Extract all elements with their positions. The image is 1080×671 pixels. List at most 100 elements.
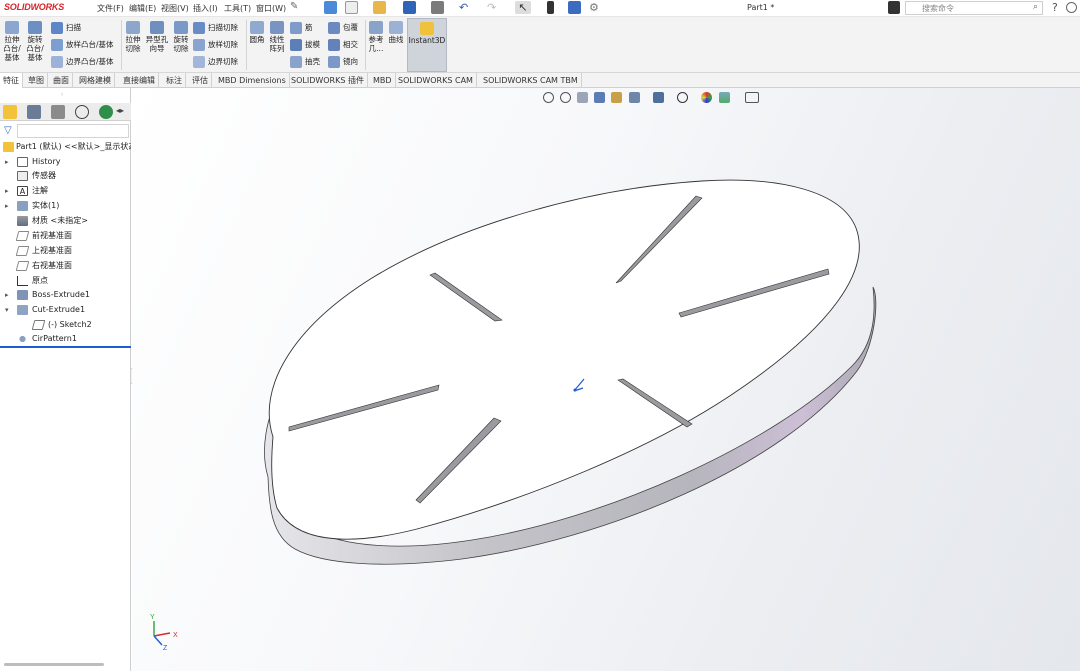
feature-manager-tab-icon[interactable] <box>3 105 17 119</box>
dimxpert-tab-icon[interactable] <box>75 105 89 119</box>
expand-arrow-icon[interactable]: ▸ <box>5 199 9 213</box>
save-icon[interactable] <box>403 1 416 14</box>
tree-item-origin[interactable]: 原点 <box>0 274 131 288</box>
rib-button[interactable]: 筋 <box>290 21 313 35</box>
shell-button[interactable]: 抽壳 <box>290 55 320 69</box>
instant3d-button[interactable]: Instant3D <box>407 18 447 72</box>
rollback-bar[interactable] <box>0 346 131 348</box>
menu-edit[interactable]: 编辑(E) <box>129 3 156 14</box>
panel-grip-icon[interactable]: ◦ <box>60 91 64 99</box>
redo-icon[interactable]: ↷ <box>487 1 500 14</box>
tab-mbd[interactable]: MBD <box>370 73 396 88</box>
horizontal-scrollbar[interactable] <box>4 663 104 666</box>
graphics-viewport[interactable]: X Y Z <box>132 88 1080 671</box>
tree-item-sketch2[interactable]: (-) Sketch2 <box>0 318 131 332</box>
open-folder-icon[interactable] <box>373 1 386 14</box>
tree-item-material[interactable]: 材质 <未指定> <box>0 214 131 228</box>
filter-icon[interactable]: ▽ <box>4 125 12 136</box>
menu-file[interactable]: 文件(F) <box>97 3 124 14</box>
menu-tools[interactable]: 工具(T) <box>224 3 251 14</box>
solidworks-logo[interactable]: SOLIDWORKS <box>4 2 64 12</box>
tree-item-solid-bodies[interactable]: ▸ 实体(1) <box>0 199 131 213</box>
traffic-light-icon[interactable] <box>547 1 554 14</box>
search-commands-input[interactable]: 搜索命令 ⌕ <box>905 1 1043 15</box>
tab-markup[interactable]: 标注 <box>163 73 186 88</box>
menu-insert[interactable]: 插入(I) <box>193 3 218 14</box>
tab-solidworks-addins[interactable]: SOLIDWORKS 插件 <box>288 73 368 88</box>
search-icon[interactable]: ⌕ <box>1033 2 1038 12</box>
options-gear-icon[interactable]: ⚙ <box>589 1 602 14</box>
edit-appearance-icon[interactable] <box>701 92 712 103</box>
extrude-boss-button[interactable]: 拉伸 凸台/ 基体 <box>2 21 22 62</box>
zoom-to-area-icon[interactable] <box>560 92 571 103</box>
user-account-icon[interactable] <box>1066 2 1077 13</box>
dynamic-annotation-icon[interactable] <box>611 92 622 103</box>
file-properties-icon[interactable] <box>568 1 581 14</box>
zoom-to-fit-icon[interactable] <box>543 92 554 103</box>
view-settings-icon[interactable] <box>745 92 759 103</box>
disc-top-face[interactable] <box>268 179 860 540</box>
property-manager-tab-icon[interactable] <box>27 105 41 119</box>
tab-surfaces[interactable]: 曲面 <box>50 73 73 88</box>
view-orientation-icon[interactable] <box>629 92 640 103</box>
select-cursor-icon[interactable]: ↖ <box>515 1 531 14</box>
print-icon[interactable] <box>431 1 444 14</box>
revolve-boss-button[interactable]: 旋转 凸台/ 基体 <box>25 21 45 62</box>
part-model-view[interactable]: X Y Z <box>132 88 1080 671</box>
tree-item-cirpattern1[interactable]: CirPattern1 <box>0 332 131 346</box>
help-icon[interactable]: ? <box>1052 1 1058 14</box>
fillet-button[interactable]: 圆角 <box>248 21 266 44</box>
tree-item-right-plane[interactable]: 右视基准面 <box>0 259 131 273</box>
lofted-cut-button[interactable]: 放样切除 <box>193 38 238 52</box>
section-view-icon[interactable] <box>594 92 605 103</box>
tree-item-top-plane[interactable]: 上视基准面 <box>0 244 131 258</box>
tab-mbd-dimensions[interactable]: MBD Dimensions <box>215 73 290 88</box>
previous-view-icon[interactable] <box>577 92 588 103</box>
tree-item-cut-extrude1[interactable]: ▾ Cut-Extrude1 <box>0 303 131 317</box>
reference-geometry-button[interactable]: 参考 几... <box>367 21 385 53</box>
expand-arrow-icon[interactable]: ▸ <box>5 288 9 302</box>
tab-scroll-arrows-icon[interactable]: ◂▸ <box>116 106 124 115</box>
tree-item-history[interactable]: ▸ History <box>0 155 131 169</box>
configuration-manager-tab-icon[interactable] <box>51 105 65 119</box>
draft-button[interactable]: 拔模 <box>290 38 320 52</box>
tab-solidworks-cam-tbm[interactable]: SOLIDWORKS CAM TBM <box>480 73 582 88</box>
sweep-button[interactable]: 扫描 <box>51 21 81 35</box>
hole-wizard-button[interactable]: 异型孔 向导 <box>144 21 170 53</box>
display-style-icon[interactable] <box>653 92 664 103</box>
wrap-button[interactable]: 包覆 <box>328 21 358 35</box>
swept-cut-button[interactable]: 扫描切除 <box>193 21 238 35</box>
tab-evaluate[interactable]: 评估 <box>189 73 212 88</box>
home-icon[interactable] <box>324 1 337 14</box>
linear-pattern-button[interactable]: 线性 阵列 <box>268 21 286 53</box>
tab-sketch[interactable]: 草图 <box>25 73 48 88</box>
extrude-cut-button[interactable]: 拉伸 切除 <box>123 21 143 53</box>
loft-boss-button[interactable]: 放样凸台/基体 <box>51 38 114 52</box>
apply-scene-icon[interactable] <box>719 92 730 103</box>
boundary-cut-button[interactable]: 边界切除 <box>193 55 238 69</box>
tab-direct-editing[interactable]: 直接编辑 <box>120 73 159 88</box>
filter-input[interactable] <box>17 124 129 138</box>
new-document-icon[interactable] <box>345 1 358 14</box>
expand-arrow-icon[interactable]: ▸ <box>5 155 9 169</box>
tree-root-part[interactable]: Part1 (默认) <<默认>_显示状态 <box>0 140 131 154</box>
display-manager-tab-icon[interactable] <box>99 105 113 119</box>
tree-item-annotations[interactable]: ▸ A 注解 <box>0 184 131 198</box>
undo-icon[interactable]: ↶ <box>459 1 472 14</box>
intersect-button[interactable]: 相交 <box>328 38 358 52</box>
expand-arrow-icon[interactable]: ▸ <box>5 184 9 198</box>
hide-show-items-icon[interactable] <box>677 92 688 103</box>
curves-button[interactable]: 曲线 <box>387 21 405 44</box>
tree-item-sensors[interactable]: 传感器 <box>0 169 131 183</box>
tab-features[interactable]: 特征 <box>0 73 23 88</box>
tab-mesh-modeling[interactable]: 网格建模 <box>76 73 115 88</box>
tab-solidworks-cam[interactable]: SOLIDWORKS CAM <box>395 73 477 88</box>
pin-icon[interactable]: ✎ <box>290 1 303 14</box>
revolve-cut-button[interactable]: 旋转 切除 <box>171 21 191 53</box>
tree-item-front-plane[interactable]: 前视基准面 <box>0 229 131 243</box>
mirror-button[interactable]: 镜向 <box>328 55 358 69</box>
menu-view[interactable]: 视图(V) <box>161 3 189 14</box>
collapse-arrow-icon[interactable]: ▾ <box>5 303 9 317</box>
boundary-boss-button[interactable]: 边界凸台/基体 <box>51 55 114 69</box>
menu-window[interactable]: 窗口(W) <box>256 3 286 14</box>
